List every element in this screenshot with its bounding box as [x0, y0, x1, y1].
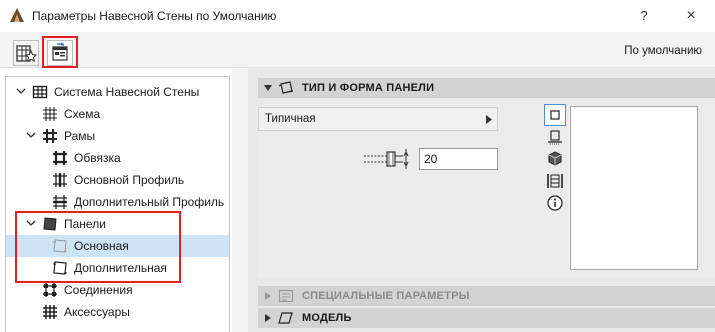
pane-splitter[interactable] — [232, 68, 248, 332]
tree-item-label: Дополнительный Профиль — [74, 195, 225, 209]
view-tab-info[interactable] — [544, 192, 566, 214]
model-icon — [278, 312, 293, 324]
tree-item-label: Аксессуары — [64, 305, 130, 319]
view-tab-section[interactable] — [544, 126, 566, 148]
tree-item-main-frame[interactable]: Основной Профиль — [6, 169, 229, 191]
tree-item-label: Система Навесной Стены — [54, 85, 200, 99]
tree-item-frames[interactable]: Рамы — [6, 125, 229, 147]
view-tab-3d[interactable] — [544, 148, 566, 170]
chevron-right-icon — [265, 314, 271, 322]
junctions-icon — [43, 283, 57, 297]
tree-item-curtain-wall-system[interactable]: Система Навесной Стены — [6, 81, 229, 103]
list-view-icon — [547, 174, 563, 188]
archicad-app-icon — [10, 8, 24, 22]
chevron-right-icon — [486, 115, 492, 124]
frames-icon — [43, 129, 57, 143]
window-title: Параметры Навесной Стены по Умолчанию — [32, 9, 277, 23]
default-settings-label: По умолчанию — [624, 45, 702, 57]
tree-item-label: Обвязка — [74, 151, 121, 165]
section-title: ТИП И ФОРМА ПАНЕЛИ — [302, 82, 435, 94]
favorites-button[interactable] — [13, 40, 39, 66]
section-header-panel-type[interactable]: ТИП И ФОРМА ПАНЕЛИ — [258, 78, 715, 98]
tree-item-scheme[interactable]: Схема — [6, 103, 229, 125]
section-header-model[interactable]: МОДЕЛЬ — [258, 308, 715, 328]
tree-item-extra-frame[interactable]: Дополнительный Профиль — [6, 191, 229, 213]
main-frame-icon — [53, 173, 67, 187]
info-icon — [547, 195, 563, 211]
tree-item-label: Схема — [64, 107, 101, 121]
close-button[interactable]: × — [680, 5, 702, 27]
scheme-grid-icon — [43, 107, 57, 121]
chevron-down-icon[interactable] — [16, 86, 26, 96]
chevron-down-icon[interactable] — [26, 130, 36, 140]
special-parameters-icon — [278, 289, 294, 303]
view-tab-plan[interactable] — [544, 104, 566, 126]
tree-item-label: Соединения — [64, 283, 133, 297]
highlight-box-panels — [15, 211, 181, 283]
tree-item-label: Рамы — [64, 129, 96, 143]
panel-thickness-field[interactable]: 20 — [419, 148, 498, 170]
chevron-right-icon — [265, 292, 271, 300]
favorites-icon — [16, 45, 38, 62]
help-button[interactable]: ? — [633, 6, 655, 26]
panel-preview-window[interactable] — [570, 106, 698, 270]
view-tab-strip — [544, 104, 566, 272]
plan-view-icon — [550, 110, 560, 120]
curtain-wall-system-icon — [32, 85, 48, 99]
panel-thickness-icon — [364, 149, 409, 169]
highlight-box-toolbar — [42, 36, 78, 68]
title-bar: Параметры Навесной Стены по Умолчанию ? … — [0, 0, 715, 32]
tree-item-boundary-frame[interactable]: Обвязка — [6, 147, 229, 169]
tree-item-label: Основной Профиль — [74, 173, 185, 187]
view-tab-list[interactable] — [544, 170, 566, 192]
toolbar: По умолчанию — [0, 32, 715, 68]
extra-frame-icon — [53, 195, 67, 209]
section-view-icon — [548, 130, 562, 145]
panel-type-selector[interactable]: Типичная — [258, 107, 498, 131]
tree-panel: Система Навесной Стены Схема Рамы Обвязк… — [5, 76, 230, 332]
chevron-down-icon — [264, 85, 272, 91]
accessories-icon — [43, 305, 57, 319]
section-title: СПЕЦИАЛЬНЫЕ ПАРАМЕТРЫ — [302, 290, 470, 302]
3d-view-icon — [548, 151, 562, 166]
boundary-frame-icon — [53, 151, 67, 165]
section-title: МОДЕЛЬ — [302, 312, 352, 324]
tree-item-accessories[interactable]: Аксессуары — [6, 301, 229, 323]
panel-type-icon — [278, 81, 294, 94]
panel-type-value: Типичная — [265, 113, 316, 125]
section-header-special-parameters[interactable]: СПЕЦИАЛЬНЫЕ ПАРАМЕТРЫ — [258, 286, 715, 306]
